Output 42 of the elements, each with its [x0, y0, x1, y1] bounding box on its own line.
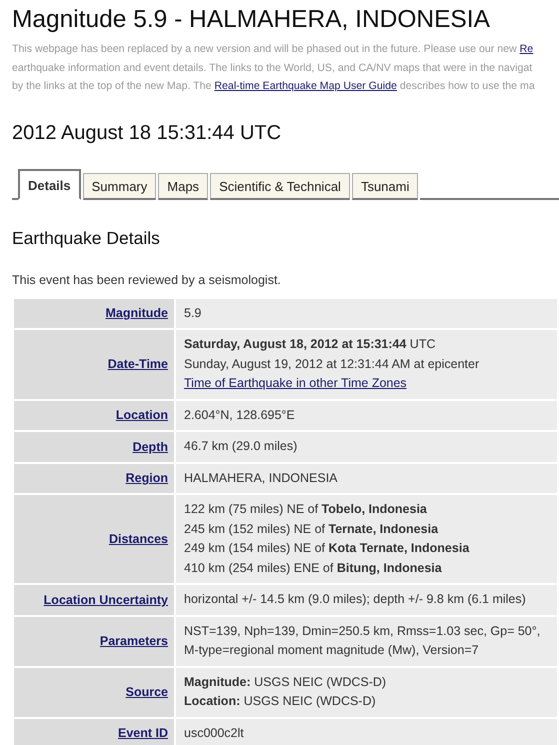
- value-text: Magnitude: USGS NEIC (WDCS-D): [184, 674, 386, 688]
- tab[interactable]: Tsunami: [352, 172, 418, 200]
- field-link[interactable]: Region: [126, 471, 168, 486]
- page-title: Magnitude 5.9 - HALMAHERA, INDONESIA: [12, 6, 491, 34]
- review-note: This event has been reviewed by a seismologist.: [12, 272, 282, 286]
- notice-link[interactable]: Re: [520, 43, 534, 55]
- tab[interactable]: Scientific & Technical: [210, 172, 350, 200]
- value-text: 122 km (75 miles) NE of Tobelo, Indonesia: [184, 502, 427, 516]
- value-text: 2.604°N, 128.695°E: [184, 408, 295, 422]
- tab[interactable]: Maps: [158, 172, 208, 200]
- field-link[interactable]: Location: [116, 408, 168, 422]
- value-text: 245 km (152 miles) NE of Ternate, Indonesia: [184, 522, 438, 536]
- tab[interactable]: Summary: [82, 172, 156, 200]
- event-datetime: 2012 August 18 15:31:44 UTC: [12, 122, 282, 144]
- field-link[interactable]: Parameters: [100, 634, 168, 648]
- value-text: 5.9: [184, 306, 202, 320]
- value-text: HALMAHERA, INDONESIA: [184, 470, 338, 484]
- section-title: Earthquake Details: [12, 228, 161, 248]
- field-link[interactable]: Magnitude: [106, 306, 168, 320]
- value-text: Sunday, August 19, 2012 at 12:31:44 AM at epicenter: [184, 356, 480, 370]
- notice-text: earthquake information and event details. The links to the World, US, and CA/NV maps that were in the navigat: [12, 62, 532, 74]
- value-text: NST=139, Nph=139, Dmin=250.5 km, Rmss=1.03 sec, Gp= 50°,: [184, 624, 540, 638]
- value-text: Saturday, August 18, 2012 at 15:31:44 UTC: [184, 337, 436, 351]
- field-link[interactable]: Distances: [108, 532, 168, 546]
- field-link[interactable]: Depth: [132, 440, 168, 454]
- value-text: M-type=regional moment magnitude (Mw), Version=7: [184, 643, 479, 657]
- value-text: Location: USGS NEIC (WDCS-D): [184, 694, 376, 708]
- field-link[interactable]: Source: [126, 685, 168, 699]
- field-link[interactable]: Location Uncertainty: [44, 592, 168, 607]
- field-link[interactable]: Date-Time: [108, 357, 168, 372]
- value-text: 410 km (254 miles) ENE of Bitung, Indonesia: [184, 560, 442, 574]
- value-text: 249 km (154 miles) NE of Kota Ternate, Indonesia: [184, 541, 470, 555]
- value-text: usc000c2lt: [184, 726, 244, 740]
- tab[interactable]: Details: [18, 168, 81, 200]
- value-text: horizontal +/- 14.5 km (9.0 miles); depth +/- 9.8 km (6.1 miles): [184, 592, 526, 606]
- time-zones-link[interactable]: Time of Earthquake in other Time Zones: [184, 376, 407, 390]
- notice-link[interactable]: Real-time Earthquake Map User Guide: [214, 80, 397, 92]
- field-link[interactable]: Event ID: [118, 726, 168, 740]
- notice-text: by the links at the top of the new Map. The: [12, 80, 212, 92]
- value-text: 46.7 km (29.0 miles): [184, 439, 298, 453]
- notice-text: describes how to use the ma: [398, 80, 535, 92]
- notice-text: This webpage has been replaced by a new version and will be phased out in the future. Please use our new: [12, 43, 518, 55]
